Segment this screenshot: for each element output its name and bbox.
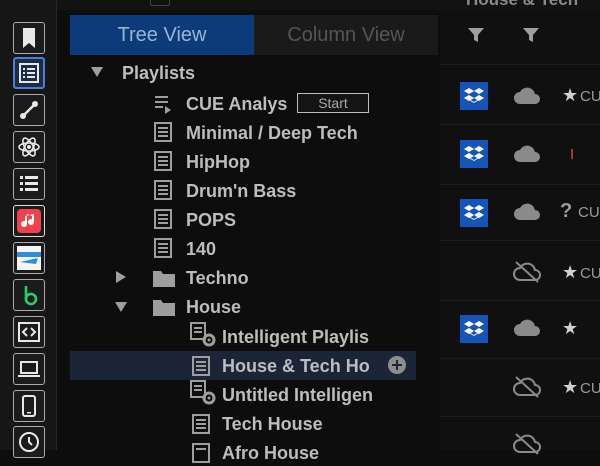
tree-item[interactable]: Untitled Intelligen bbox=[222, 382, 373, 408]
dropbox-icon bbox=[460, 315, 488, 343]
phone-icon[interactable] bbox=[13, 390, 45, 422]
playlist-header-title: House & Tech bbox=[466, 0, 578, 10]
playlist-icon bbox=[154, 209, 172, 229]
collapse-arrow-icon[interactable] bbox=[115, 302, 127, 312]
cloud-off-icon[interactable] bbox=[512, 432, 542, 456]
cloud-off-icon[interactable] bbox=[512, 375, 542, 399]
tree-item[interactable]: HipHop bbox=[186, 149, 250, 175]
row-divider bbox=[440, 184, 600, 185]
expand-arrow-icon[interactable] bbox=[91, 67, 103, 77]
tree-root-label: Playlists bbox=[122, 62, 196, 83]
unknown-status-icon: ? bbox=[560, 200, 573, 222]
tree-item[interactable]: Intelligent Playlis bbox=[222, 324, 369, 350]
tab-column-view[interactable]: Column View bbox=[254, 15, 438, 55]
tree-item[interactable]: Minimal / Deep Tech bbox=[186, 120, 358, 146]
row-divider bbox=[440, 124, 600, 125]
rating-star-icon: ★ bbox=[562, 318, 579, 338]
history-icon[interactable] bbox=[13, 426, 45, 458]
intelligent-playlist-icon bbox=[190, 322, 216, 347]
rating-star-icon: ★ bbox=[562, 377, 579, 397]
music-note-icon[interactable] bbox=[13, 205, 45, 237]
tree-item[interactable]: Drum'n Bass bbox=[186, 178, 296, 204]
tree-item-label: House bbox=[186, 296, 242, 317]
tree-item[interactable]: Tech House bbox=[222, 411, 323, 437]
folder-icon bbox=[153, 271, 175, 287]
filter-icon[interactable] bbox=[467, 26, 485, 44]
tree-item-label: Intelligent Playlis bbox=[222, 326, 370, 347]
tree-item-label: House & Tech Ho bbox=[222, 355, 370, 376]
tree-item-label: 140 bbox=[186, 238, 217, 259]
tree-item-label: Techno bbox=[186, 267, 249, 288]
cloud-synced-icon[interactable] bbox=[512, 144, 542, 164]
tree-item-label: POPS bbox=[186, 209, 237, 230]
sidebar bbox=[0, 0, 57, 458]
cloud-off-icon[interactable] bbox=[512, 260, 542, 284]
tree-item[interactable]: 140 bbox=[186, 236, 216, 262]
tree-item-label: Drum'n Bass bbox=[186, 180, 297, 201]
intelligent-playlist-icon bbox=[190, 380, 216, 405]
tree-item[interactable]: CUE Analys bbox=[186, 91, 287, 117]
cue-label: CU bbox=[580, 88, 600, 105]
filter-icon[interactable] bbox=[522, 26, 540, 44]
color-tick: I bbox=[570, 146, 575, 163]
tree-item-label: CUE Analys bbox=[186, 93, 288, 114]
cue-label: CU bbox=[578, 204, 600, 221]
playlist-icon bbox=[192, 414, 210, 434]
row-divider bbox=[440, 300, 600, 301]
cloud-synced-icon[interactable] bbox=[512, 86, 542, 106]
playlist-icon bbox=[154, 238, 172, 258]
tree-item[interactable]: Techno bbox=[186, 265, 249, 291]
code-icon[interactable] bbox=[13, 316, 45, 348]
laptop-icon[interactable] bbox=[13, 353, 45, 385]
tree-item[interactable]: House bbox=[186, 294, 241, 320]
cloud-synced-icon[interactable] bbox=[512, 202, 542, 222]
dropbox-icon bbox=[460, 140, 488, 168]
bookmark-icon[interactable] bbox=[13, 22, 45, 54]
cue-analysis-start-button[interactable]: Start bbox=[297, 93, 369, 113]
dropbox-icon bbox=[460, 199, 488, 227]
row-divider bbox=[440, 64, 600, 65]
folder-icon bbox=[153, 300, 175, 316]
tree-item[interactable]: Afro House bbox=[222, 440, 319, 466]
list-view-icon[interactable] bbox=[13, 57, 45, 89]
tree-item-selected[interactable]: House & Tech Ho bbox=[222, 353, 370, 379]
rating-star-icon: ★ bbox=[562, 262, 579, 282]
playlist-icon bbox=[154, 151, 172, 171]
playlist-icon bbox=[154, 122, 172, 142]
checklist-icon[interactable] bbox=[13, 168, 45, 200]
tree-item-label: Tech House bbox=[222, 413, 323, 434]
window-handle[interactable] bbox=[150, 0, 170, 6]
playlist-icon bbox=[192, 356, 210, 376]
row-divider bbox=[440, 358, 600, 359]
cue-playlist-icon bbox=[155, 96, 171, 114]
tree-item-label: Minimal / Deep Tech bbox=[186, 122, 358, 143]
cloud-synced-icon[interactable] bbox=[512, 318, 542, 338]
cue-label: CU bbox=[580, 265, 600, 282]
tree-item-label: Untitled Intelligen bbox=[222, 384, 373, 405]
link-icon[interactable] bbox=[13, 94, 45, 126]
playlist-icon bbox=[192, 443, 210, 463]
row-divider bbox=[440, 240, 600, 241]
tree-root[interactable]: Playlists bbox=[122, 60, 195, 86]
add-plus-icon[interactable] bbox=[388, 356, 406, 374]
tree-item-label: HipHop bbox=[186, 151, 250, 172]
playlist-icon bbox=[154, 180, 172, 200]
tab-tree-view[interactable]: Tree View bbox=[70, 15, 254, 55]
rating-star-icon: ★ bbox=[562, 85, 579, 105]
atom-icon[interactable] bbox=[13, 131, 45, 163]
cue-label: CU bbox=[580, 380, 600, 397]
beatport-icon[interactable] bbox=[13, 279, 45, 311]
mail-icon[interactable] bbox=[13, 242, 45, 274]
dropbox-icon bbox=[460, 82, 488, 110]
row-divider bbox=[440, 416, 600, 417]
tree-item-label: Afro House bbox=[222, 442, 320, 463]
expand-arrow-icon[interactable] bbox=[116, 271, 126, 283]
tree-item[interactable]: POPS bbox=[186, 207, 236, 233]
